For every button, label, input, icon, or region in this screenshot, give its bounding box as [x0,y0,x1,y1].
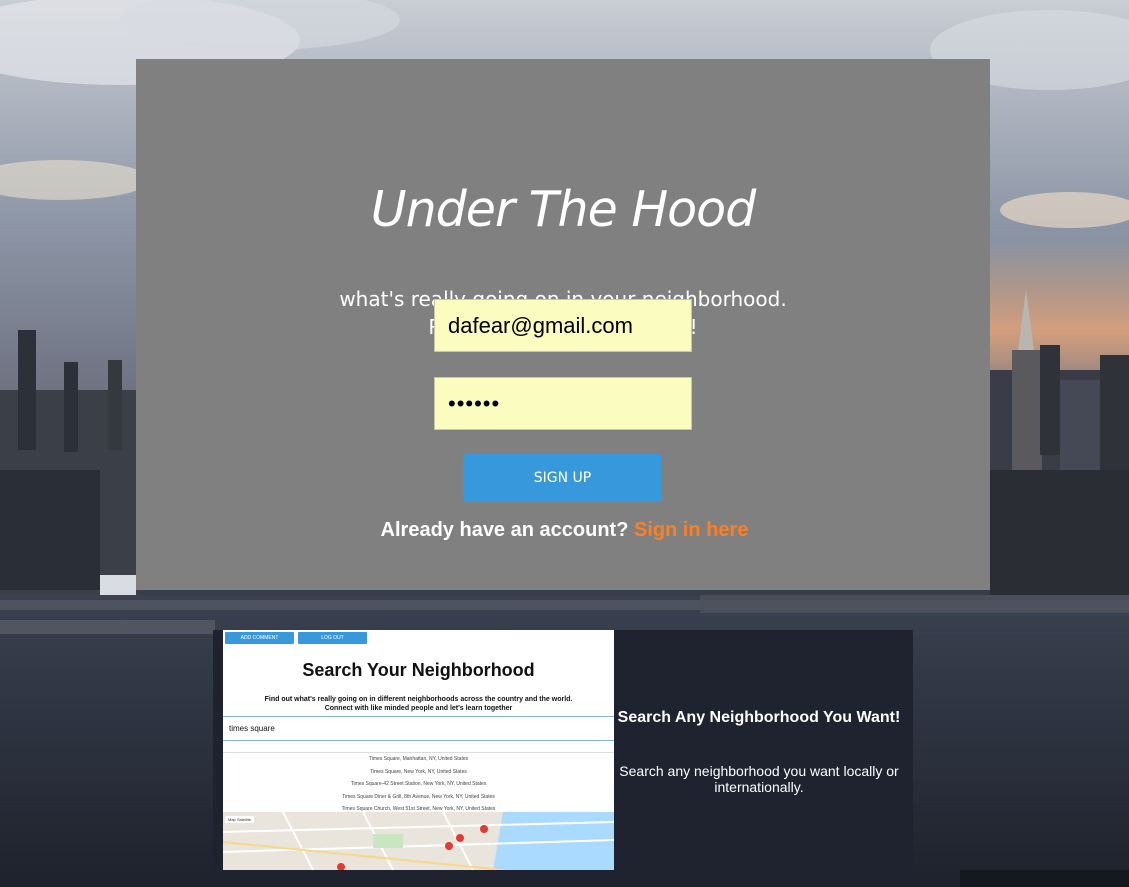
preview-description-line-1: Find out what's really going on in diffe… [264,696,573,703]
signin-prompt: Already have an account? Sign in here [0,519,1129,542]
feature-description: Search any neighborhood you want locally… [619,763,899,795]
preview-add-comment-button: ADD COMMENT [225,632,294,644]
email-field[interactable] [434,299,692,352]
signin-link[interactable]: Sign in here [634,519,748,541]
preview-description-line-2: Connect with like minded people and let'… [324,705,513,712]
preview-map: Map Satellite [223,812,614,870]
feature-screenshot: ADD COMMENT LOG OUT Search Your Neighbor… [223,630,614,870]
password-field[interactable] [434,377,692,430]
preview-result-item: Times Square, New York, NY, United State… [370,768,467,775]
preview-logout-button: LOG OUT [298,632,367,644]
feature-heading: Search Any Neighborhood You Want! [617,709,901,726]
preview-result-item: Times Square-42 Street Station, New York… [350,781,487,787]
preview-result-item: Times Square, Manhattan, NY, United Stat… [368,756,469,762]
preview-map-tabs: Map Satellite [225,816,255,823]
preview-result-item: Times Square Diner & Grill, 8th Avenue, … [342,793,495,800]
app-title: Under The Hood [370,181,757,238]
preview-title: Search Your Neighborhood [302,660,535,680]
map-graphic [223,812,614,870]
preview-search-input: times square [223,716,614,741]
signup-button[interactable]: SIGN UP [463,454,662,502]
preview-results-list: Times Square, Manhattan, NY, United Stat… [223,752,614,816]
preview-description: Find out what's really going on in diffe… [223,695,614,713]
signin-prompt-text: Already have an account? [380,519,629,541]
